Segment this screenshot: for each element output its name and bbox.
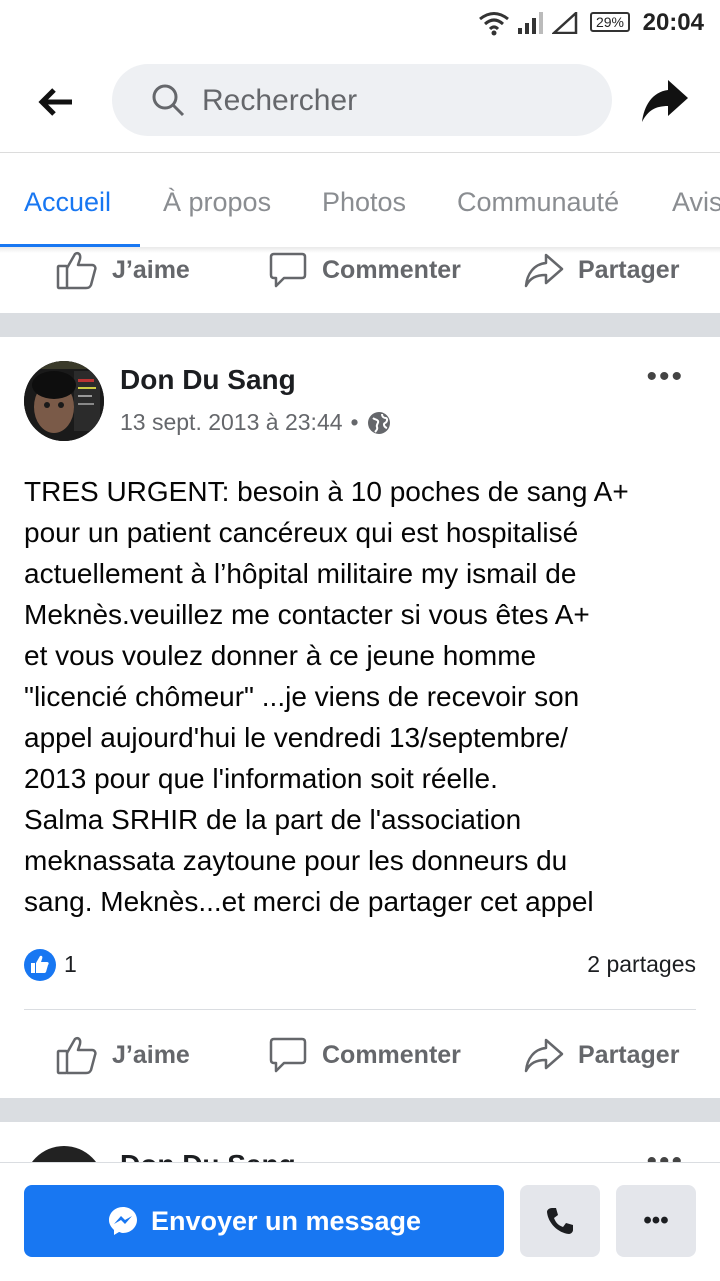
share-button[interactable]: Partager <box>524 1025 679 1085</box>
avatar-image <box>24 361 104 441</box>
like-label: J’aime <box>112 1040 190 1069</box>
send-message-label: Envoyer un message <box>150 1205 422 1236</box>
tab-community[interactable]: Communauté <box>457 187 619 218</box>
post-author[interactable]: Don Du Sang <box>120 364 296 396</box>
post-actions: J’aime Commenter Partager <box>0 1025 720 1085</box>
battery-indicator: 29% <box>590 12 630 32</box>
comment-label: Commenter <box>322 1040 461 1069</box>
comment-icon <box>269 1037 307 1073</box>
post-options-button[interactable]: ••• <box>646 362 684 392</box>
search-input[interactable] <box>200 78 584 124</box>
post-text-line: actuellement à l’hôpital militaire my is… <box>24 558 577 589</box>
previous-post-actions: J’aime Commenter Partager <box>0 240 720 300</box>
page-tabs: Accueil À propos Photos Communauté Avis <box>0 153 720 247</box>
post-text-line: pour un patient cancéreux qui est hospit… <box>24 517 579 548</box>
share-icon <box>524 1038 564 1073</box>
thumbs-up-icon <box>56 251 97 290</box>
post-author[interactable]: Don Du Sang <box>120 1149 296 1162</box>
globe-icon <box>367 411 390 434</box>
post-text-line: "licencié chômeur" ...je viens de recevo… <box>24 681 580 712</box>
comment-label: Commenter <box>322 255 461 284</box>
post-stats: 1 2 partages <box>24 947 696 983</box>
post-text-line: 2013 pour que l'information soit réelle. <box>24 763 498 794</box>
phone-icon <box>547 1208 573 1234</box>
share-label: Partager <box>578 1040 680 1069</box>
stats-divider <box>24 1009 696 1010</box>
post-separator <box>0 1098 720 1122</box>
tab-home[interactable]: Accueil <box>24 187 111 218</box>
tab-reviews[interactable]: Avis <box>672 187 720 218</box>
post-text: TRES URGENT: besoin à 10 poches de sang … <box>24 471 704 922</box>
like-button[interactable]: J’aime <box>56 1025 190 1085</box>
back-arrow-icon[interactable] <box>34 80 78 124</box>
comment-button[interactable]: Commenter <box>268 240 461 300</box>
like-reaction-icon[interactable] <box>24 949 56 981</box>
clock: 20:04 <box>642 9 704 36</box>
signal-empty-icon <box>552 12 578 34</box>
send-message-button[interactable]: Envoyer un message <box>24 1185 504 1257</box>
share-label: Partager <box>578 255 680 284</box>
status-bar: 29% 20:04 <box>0 0 720 48</box>
post-options-button[interactable]: ••• <box>646 1147 684 1163</box>
post-text-line: et vous voulez donner à ce jeune homme <box>24 640 537 671</box>
tab-photos[interactable]: Photos <box>322 187 406 218</box>
share-arrow-icon[interactable] <box>640 78 690 124</box>
thumbs-up-small-icon <box>31 955 49 973</box>
search-icon <box>152 84 185 117</box>
post-meta: 13 sept. 2013 à 23:44 • <box>120 409 391 436</box>
post-text-line: meknassata zaytoune pour les donneurs du <box>24 845 568 876</box>
like-button[interactable]: J’aime <box>56 240 190 300</box>
tab-about[interactable]: À propos <box>163 187 271 218</box>
avatar[interactable] <box>24 1146 104 1162</box>
comment-button[interactable]: Commenter <box>268 1025 461 1085</box>
post: Don Du Sang 13 sept. 2013 à 23:44 • ••• … <box>0 337 720 1097</box>
post-date[interactable]: 13 sept. 2013 à 23:44 <box>120 409 343 436</box>
like-count[interactable]: 1 <box>64 951 77 978</box>
bottom-action-bar: Envoyer un message ••• <box>0 1162 720 1281</box>
post-text-line: Salma SRHIR de la part de l'association <box>24 804 522 835</box>
avatar[interactable] <box>24 361 104 441</box>
top-bar <box>0 48 720 153</box>
thumbs-up-icon <box>56 1036 97 1075</box>
next-post: Don Du Sang ••• <box>0 1122 720 1162</box>
like-label: J’aime <box>112 255 190 284</box>
shares-count[interactable]: 2 partages <box>587 951 696 978</box>
wifi-icon <box>479 12 509 36</box>
search-bar[interactable] <box>112 64 612 136</box>
call-button[interactable] <box>520 1185 600 1257</box>
more-options-button[interactable]: ••• <box>616 1185 696 1257</box>
post-separator <box>0 313 720 337</box>
post-text-line: sang. Meknès...et merci de partager cet … <box>24 886 594 917</box>
post-text-line: appel aujourd'hui le vendredi 13/septemb… <box>24 722 568 753</box>
post-text-line: TRES URGENT: besoin à 10 poches de sang … <box>24 476 629 507</box>
post-text-line: Meknès.veuillez me contacter si vous ête… <box>24 599 590 630</box>
share-button[interactable]: Partager <box>524 240 679 300</box>
signal-icon <box>518 12 543 34</box>
meta-dot: • <box>350 409 359 435</box>
messenger-icon <box>108 1207 137 1235</box>
share-icon <box>524 253 564 288</box>
comment-icon <box>269 252 307 288</box>
